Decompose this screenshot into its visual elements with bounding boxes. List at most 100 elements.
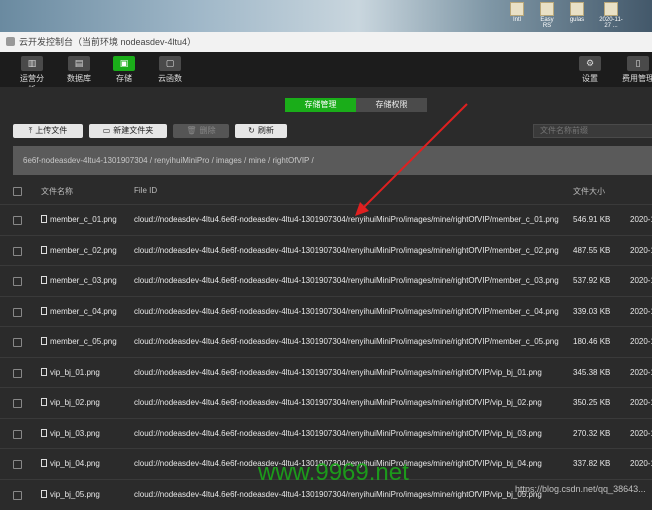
upload-date-cell: 2020-1 [630,428,652,438]
file-id-cell: cloud://nodeasdev-4ltu4.6e6f-nodeasdev-4… [134,489,542,499]
file-name-cell[interactable]: vip_bj_01.png [41,367,100,377]
file-name-cell[interactable]: member_c_02.png [41,245,117,255]
upload-date-cell: 2020-1 [630,367,652,377]
table-row[interactable]: vip_bj_02.png cloud://nodeasdev-4ltu4.6e6… [0,387,652,418]
desktop-icon[interactable]: 2020-11-27 ... [596,2,626,29]
row-checkbox[interactable] [13,338,22,347]
column-header-name[interactable]: 文件名称 [41,186,73,197]
tab-storage-permissions[interactable]: 存储权限 [356,98,427,112]
file-name: member_c_03.png [50,276,117,285]
csdn-watermark: https://blog.csdn.net/qq_38643... [515,484,646,494]
desktop-icon[interactable]: gulas [566,2,588,28]
window-titlebar[interactable]: 云开发控制台（当前环境 nodeasdev-4ltu4） [0,32,652,52]
desktop-icon[interactable]: Intl [506,2,528,28]
database-icon: ▤ [68,56,90,71]
file-icon [41,489,47,498]
file-icon [41,306,47,315]
row-checkbox[interactable] [13,368,22,378]
table-row[interactable]: vip_bj_03.png cloud://nodeasdev-4ltu4.6e6… [0,417,652,449]
row-checkbox[interactable] [13,460,22,469]
watermark: www.9969.net [258,459,409,486]
column-header-file-id: File ID [134,186,158,195]
toolbar-cloud-functions[interactable]: ▢ 云函数 [155,56,185,84]
function-icon: ▢ [159,56,181,71]
folder-icon [604,2,618,16]
table-row[interactable]: member_c_03.png cloud://nodeasdev-4ltu4.6… [0,265,652,296]
refresh-icon: ↻ [248,126,255,135]
tab-storage-management[interactable]: 存储管理 [285,98,356,112]
toolbar-database[interactable]: ▤ 数据库 [64,56,94,84]
search-input[interactable] [540,126,652,135]
file-name-cell[interactable]: member_c_05.png [41,337,117,346]
file-name: vip_bj_02.png [50,398,100,407]
row-checkbox[interactable] [13,246,22,256]
refresh-button[interactable]: ↻ 刷新 [235,124,287,138]
delete-button[interactable]: 🗑 删除 [173,124,229,138]
table-row[interactable]: member_c_04.png cloud://nodeasdev-4ltu4.6… [0,295,652,327]
desktop-icon[interactable]: Easy RS [536,2,558,29]
file-name-cell[interactable]: vip_bj_05.png [41,489,100,499]
file-icon [540,2,554,16]
desktop-background: Intl Easy RS gulas 2020-11-27 ... [0,0,652,32]
file-size-cell: 337.82 KB [573,459,611,468]
upload-date-cell: 2020-1 [630,276,652,285]
file-icon [41,398,47,406]
file-id-cell: cloud://nodeasdev-4ltu4.6e6f-nodeasdev-4… [134,337,559,346]
table-header: 文件名称 File ID 文件大小 [0,180,652,202]
file-name: member_c_02.png [50,245,117,255]
file-name: vip_bj_04.png [50,459,100,468]
file-name-cell[interactable]: vip_bj_03.png [41,428,100,438]
window-title: 云开发控制台（当前环境 nodeasdev-4ltu4） [19,37,197,47]
file-name-cell[interactable]: vip_bj_04.png [41,459,100,468]
row-checkbox[interactable] [13,307,22,317]
row-checkbox[interactable] [13,429,22,439]
toolbar-billing[interactable]: ▯ 费用管理 [620,56,652,84]
file-name-cell[interactable]: vip_bj_02.png [41,398,100,407]
chart-icon: ▥ [21,56,43,71]
table-row[interactable]: member_c_01.png cloud://nodeasdev-4ltu4.6… [0,204,652,235]
row-checkbox[interactable] [13,277,22,286]
file-name: vip_bj_01.png [50,367,100,377]
select-all-checkbox[interactable] [13,187,22,196]
new-folder-button[interactable]: ▭ 新建文件夹 [89,124,167,138]
storage-icon: ▣ [113,56,135,71]
file-name-cell[interactable]: member_c_01.png [41,215,117,224]
upload-date-cell: 2020-1 [630,215,652,224]
upload-date-cell: 2020-1 [630,459,652,468]
file-id-cell: cloud://nodeasdev-4ltu4.6e6f-nodeasdev-4… [134,306,559,316]
row-checkbox[interactable] [13,216,22,225]
file-id-cell: cloud://nodeasdev-4ltu4.6e6f-nodeasdev-4… [134,276,559,285]
file-name: member_c_05.png [50,337,117,346]
upload-button[interactable]: ⤒ 上传文件 [13,124,83,138]
table-row[interactable]: member_c_05.png cloud://nodeasdev-4ltu4.6… [0,326,652,357]
search-box[interactable] [533,124,652,138]
toolbar-settings[interactable]: ⚙ 设置 [578,56,602,84]
file-name-cell[interactable]: member_c_04.png [41,306,117,316]
file-name: vip_bj_05.png [50,489,100,499]
file-name: member_c_01.png [50,215,117,224]
toolbar-storage[interactable]: ▣ 存储 [111,56,137,84]
file-id-cell: cloud://nodeasdev-4ltu4.6e6f-nodeasdev-4… [134,398,542,407]
row-checkbox[interactable] [13,399,22,408]
row-checkbox[interactable] [13,490,22,500]
file-icon [41,215,47,223]
file-id-cell: cloud://nodeasdev-4ltu4.6e6f-nodeasdev-4… [134,245,559,255]
main-toolbar: ▥运营分析 ▤数据库 ▣存储 ▢云函数 ⚙设置 ▯费用管理 [0,52,652,94]
file-icon [41,276,47,284]
upload-date-cell: 2020-1 [630,306,652,316]
folder-icon [570,2,584,16]
column-header-size[interactable]: 文件大小 [573,186,605,197]
folder-icon: ▭ [102,126,111,135]
file-size-cell: 339.03 KB [573,306,611,316]
file-icon [41,367,47,376]
app-logo-icon [6,37,15,46]
file-id-cell: cloud://nodeasdev-4ltu4.6e6f-nodeasdev-4… [134,428,542,438]
table-row[interactable]: vip_bj_01.png cloud://nodeasdev-4ltu4.6e6… [0,356,652,388]
breadcrumb[interactable]: 6e6f-nodeasdev-4ltu4-1301907304 / renyih… [13,146,652,175]
file-size-cell: 345.38 KB [573,367,611,377]
table-row[interactable]: member_c_02.png cloud://nodeasdev-4ltu4.6… [0,234,652,266]
file-id-cell: cloud://nodeasdev-4ltu4.6e6f-nodeasdev-4… [134,215,559,224]
upload-date-cell: 2020-1 [630,398,652,407]
gear-icon: ⚙ [579,56,601,71]
file-name-cell[interactable]: member_c_03.png [41,276,117,285]
